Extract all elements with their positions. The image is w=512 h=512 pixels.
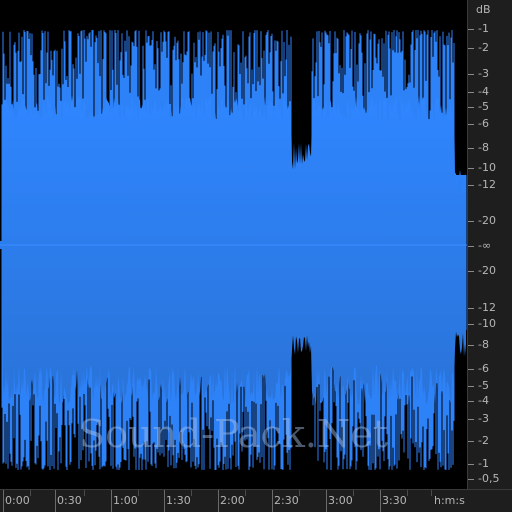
db-tick <box>468 29 474 30</box>
waveform-panel[interactable]: Sound-Pack.Net <box>0 0 467 489</box>
waveform-display[interactable] <box>0 0 467 489</box>
db-unit-label: dB <box>476 3 491 16</box>
db-label: -10 <box>478 317 496 330</box>
time-label: 2:00 <box>220 494 245 507</box>
db-label: -20 <box>478 264 496 277</box>
db-tick <box>468 308 474 309</box>
time-minor-tick <box>245 490 246 496</box>
db-label: -8 <box>478 338 489 351</box>
time-minor-tick <box>431 490 432 496</box>
db-label: -2 <box>478 41 489 54</box>
time-label: 0:00 <box>5 494 30 507</box>
time-minor-tick <box>407 490 408 496</box>
db-label: -4 <box>478 85 489 98</box>
db-tick <box>468 74 474 75</box>
time-label: 1:30 <box>166 494 191 507</box>
db-tick <box>468 92 474 93</box>
db-label: -0,5 <box>478 472 500 485</box>
waveform-envelope <box>0 95 466 405</box>
time-label: 1:00 <box>113 494 138 507</box>
db-tick <box>468 324 474 325</box>
db-tick <box>468 148 474 149</box>
time-tick <box>218 490 219 512</box>
audio-editor-view: Sound-Pack.Net dB -1 -2 -3 -4 -5 -6 -8 -10 -12 -2… <box>0 0 512 512</box>
time-minor-tick <box>30 490 31 496</box>
time-tick <box>111 490 112 512</box>
db-tick <box>468 271 474 272</box>
db-tick <box>468 464 474 465</box>
db-tick <box>468 185 474 186</box>
time-minor-tick <box>353 490 354 496</box>
db-label: -5 <box>478 379 489 392</box>
time-tick <box>55 490 56 512</box>
db-tick <box>468 107 474 108</box>
db-label: -12 <box>478 178 496 191</box>
time-minor-tick <box>84 490 85 496</box>
db-label: -6 <box>478 117 489 130</box>
time-minor-tick <box>138 490 139 496</box>
time-unit-label: h:m:s <box>434 494 465 507</box>
db-tick <box>468 345 474 346</box>
db-ruler: dB -1 -2 -3 -4 -5 -6 -8 -10 -12 -20 -∞ -20 -12 -10 -8 -… <box>467 0 512 489</box>
db-label: -3 <box>478 412 489 425</box>
time-label: 2:30 <box>274 494 299 507</box>
db-label: -2 <box>478 434 489 447</box>
time-label: 3:00 <box>328 494 353 507</box>
time-minor-tick <box>191 490 192 496</box>
time-tick <box>326 490 327 512</box>
db-tick <box>468 369 474 370</box>
db-label: -3 <box>478 67 489 80</box>
db-label: -20 <box>478 214 496 227</box>
time-ruler: 0:00 0:30 1:00 1:30 2:00 2:30 3:00 3:30 h:m:s <box>0 489 512 512</box>
db-label: -1 <box>478 22 489 35</box>
time-label: 3:30 <box>382 494 407 507</box>
db-tick <box>468 246 474 247</box>
db-label: -1 <box>478 457 489 470</box>
db-tick <box>468 401 474 402</box>
db-label: -5 <box>478 100 489 113</box>
db-tick <box>468 479 474 480</box>
db-label: -6 <box>478 362 489 375</box>
db-tick <box>468 441 474 442</box>
time-tick <box>380 490 381 512</box>
db-label: -∞ <box>478 239 492 252</box>
db-label: -4 <box>478 394 489 407</box>
db-tick <box>468 48 474 49</box>
db-tick <box>468 124 474 125</box>
time-tick <box>164 490 165 512</box>
db-tick <box>468 419 474 420</box>
db-label: -12 <box>478 301 496 314</box>
db-label: -10 <box>478 161 496 174</box>
db-tick <box>468 386 474 387</box>
db-tick <box>468 168 474 169</box>
db-tick <box>468 221 474 222</box>
time-minor-tick <box>299 490 300 496</box>
time-tick <box>272 490 273 512</box>
time-label: 0:30 <box>57 494 82 507</box>
db-label: -8 <box>478 141 489 154</box>
time-tick <box>3 490 4 512</box>
